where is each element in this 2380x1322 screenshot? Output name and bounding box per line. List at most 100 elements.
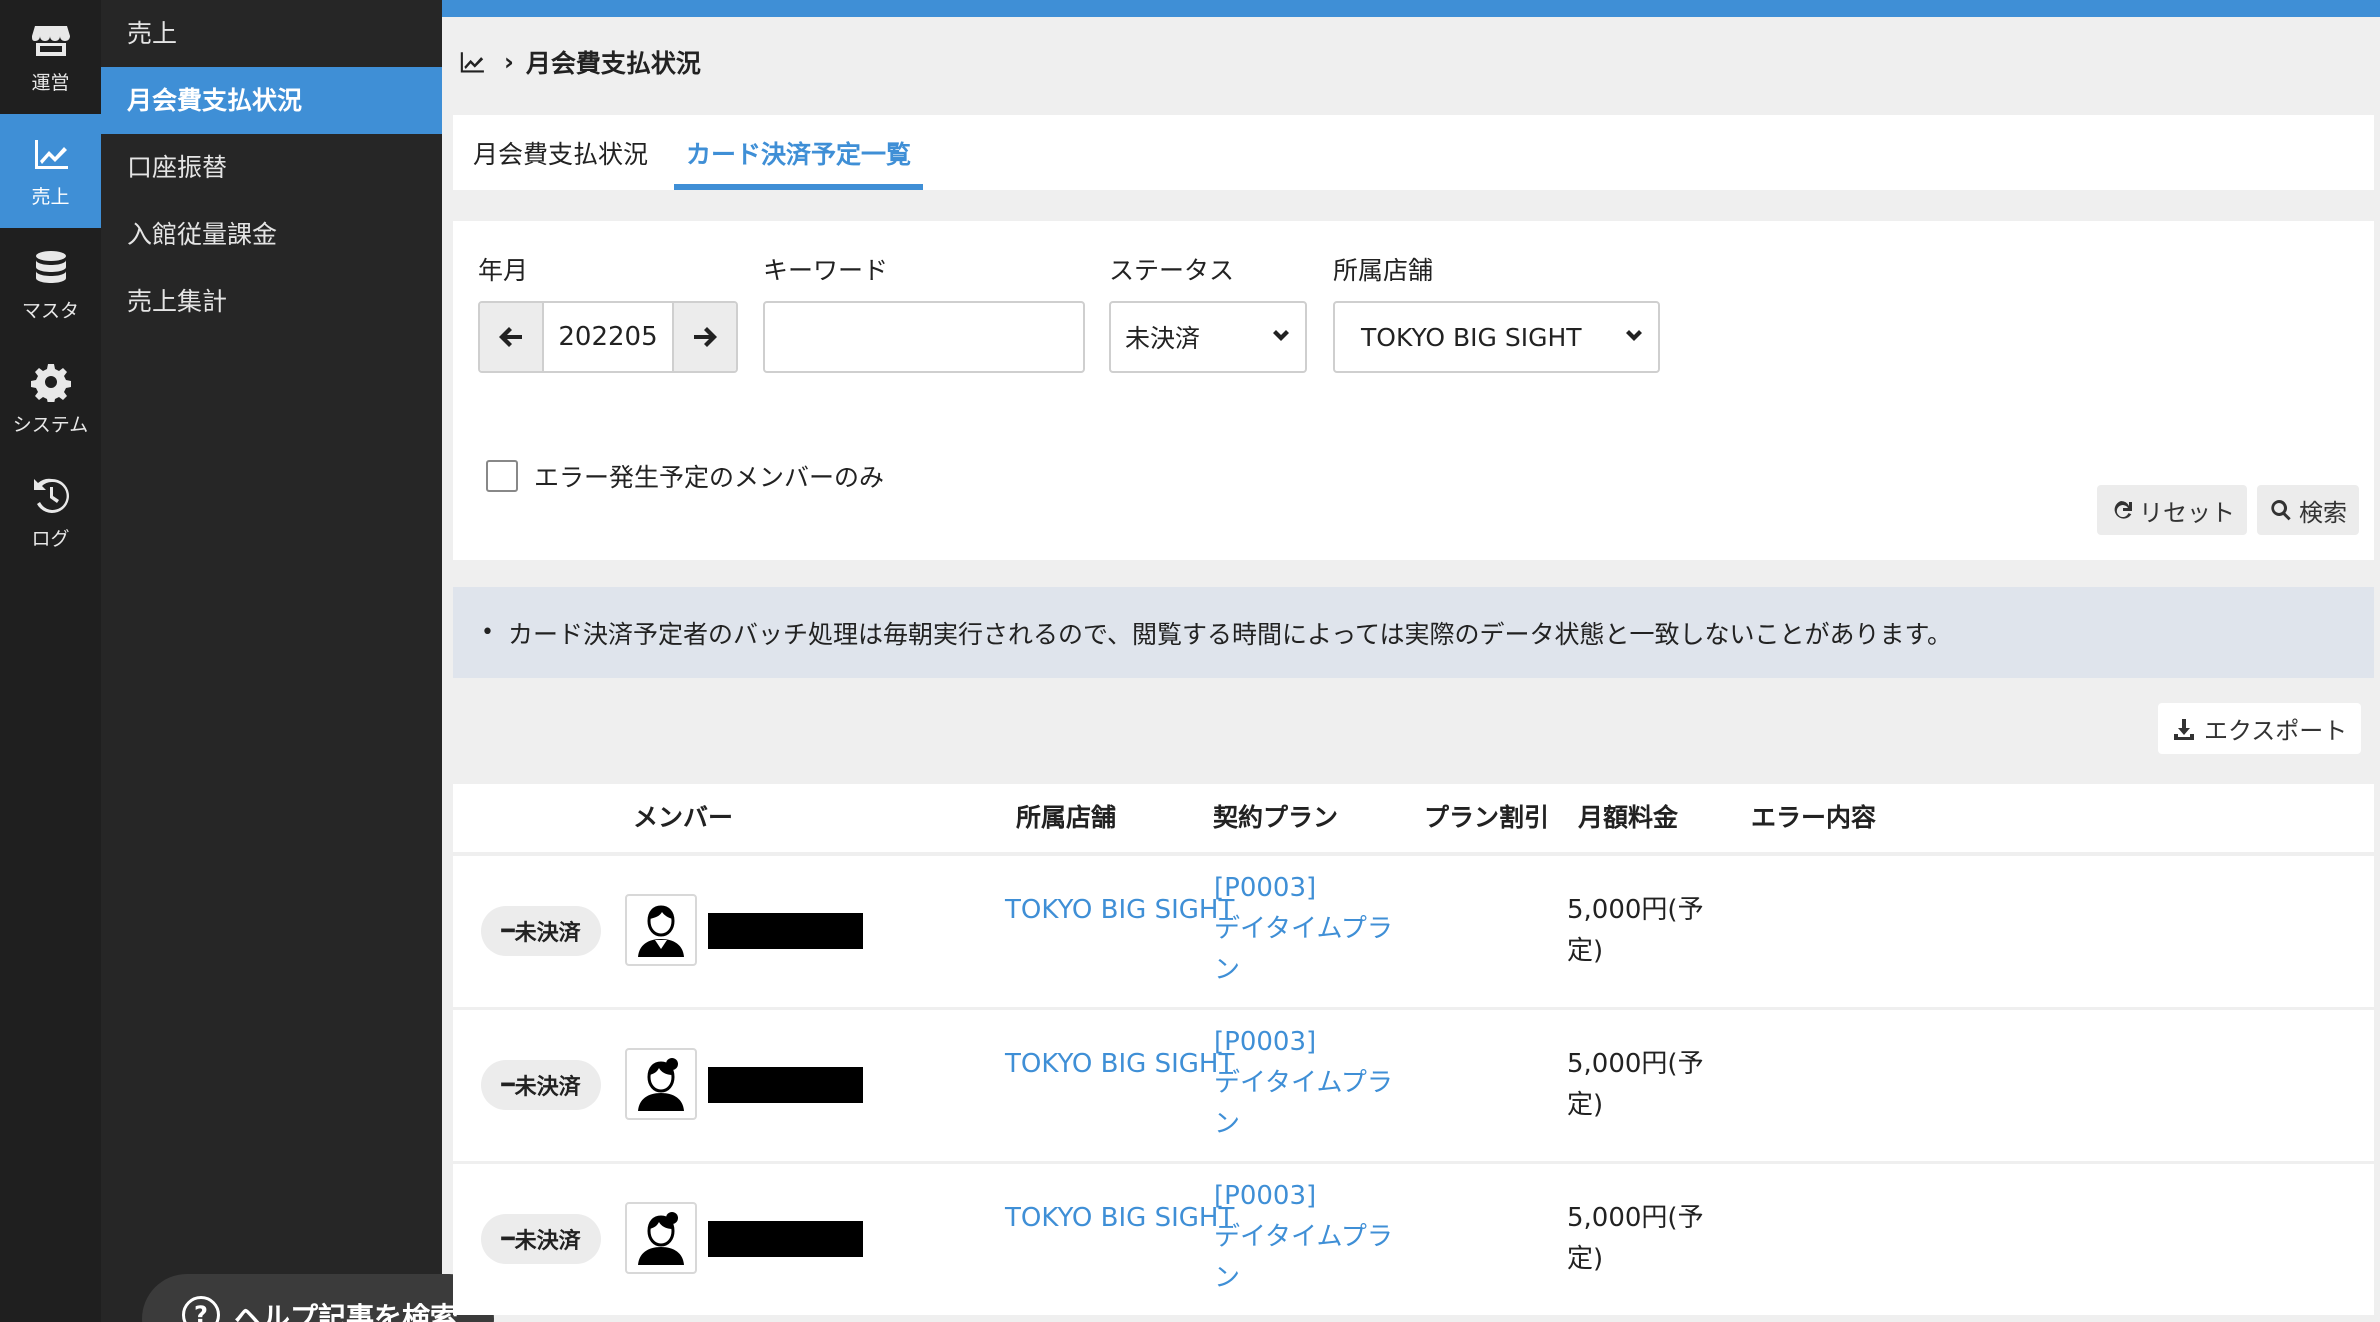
col-store: 所属店舗: [1016, 784, 1116, 852]
icon-rail: 運営 売上 マスタ システム ログ: [0, 0, 101, 1322]
submenu-item-sales-summary[interactable]: 売上集計: [101, 268, 442, 335]
member-name-redacted: [708, 1221, 863, 1257]
col-discount: プラン割引: [1424, 784, 1549, 852]
gear-icon: [31, 362, 71, 402]
search-icon: [2269, 498, 2293, 522]
status-label: ステータス: [1109, 251, 1234, 287]
submenu-item-monthly-fee-status[interactable]: 月会費支払状況: [101, 67, 442, 134]
error-only-filter: エラー発生予定のメンバーのみ: [486, 458, 884, 494]
refresh-icon: [2109, 498, 2133, 522]
rail-label: マスタ: [22, 296, 79, 323]
page-title: 月会費支払状況: [526, 44, 701, 80]
tab-card-payment-schedule[interactable]: カード決済予定一覧: [674, 115, 923, 190]
export-button[interactable]: エクスポート: [2158, 703, 2361, 754]
status-select-value: 未決済: [1125, 319, 1200, 355]
keyword-input[interactable]: [763, 301, 1085, 373]
row-monthly-fee: 5,000円(予定): [1567, 1198, 1717, 1280]
row-store-link[interactable]: TOKYO BIG SIGHT: [1005, 1198, 1234, 1239]
keyword-label: キーワード: [763, 251, 888, 287]
row-plan-code: [P0003]: [1214, 1176, 1394, 1217]
prev-month-button[interactable]: [480, 303, 542, 371]
reset-button[interactable]: リセット: [2097, 485, 2247, 535]
search-label: 検索: [2299, 493, 2347, 528]
rail-item-operations[interactable]: 運営: [0, 0, 101, 114]
row-monthly-fee: 5,000円(予定): [1567, 890, 1717, 972]
arrow-right-icon: [692, 324, 718, 350]
sales-chart-icon: [31, 134, 71, 174]
main-content: › 月会費支払状況 月会費支払状況 カード決済予定一覧 年月 202205 キー…: [442, 0, 2380, 1322]
breadcrumb: › 月会費支払状況: [458, 44, 701, 80]
sales-chart-icon: [458, 48, 486, 76]
submenu-item-entry-metered-billing[interactable]: 入館従量課金: [101, 201, 442, 268]
store-select[interactable]: TOKYO BIG SIGHT: [1333, 301, 1660, 373]
submenu-item-bank-transfer[interactable]: 口座振替: [101, 134, 442, 201]
month-value[interactable]: 202205: [542, 303, 674, 371]
col-monthly-fee: 月額料金: [1578, 784, 1678, 852]
help-search-label: ヘルプ記事を検索: [234, 1296, 458, 1322]
member-avatar[interactable]: [625, 1048, 697, 1120]
member-name-redacted: [708, 1067, 863, 1103]
row-plan-link[interactable]: [P0003]デイタイムプラン: [1214, 1022, 1394, 1145]
row-plan-code: [P0003]: [1214, 868, 1394, 909]
status-badge-text: 未決済: [515, 1223, 581, 1255]
row-store-link[interactable]: TOKYO BIG SIGHT: [1005, 1044, 1234, 1085]
rail-label: ログ: [31, 524, 69, 551]
rail-item-sales[interactable]: 売上: [0, 114, 101, 228]
database-icon: [31, 248, 71, 288]
row-plan-link[interactable]: [P0003]デイタイムプラン: [1214, 868, 1394, 991]
rail-item-system[interactable]: システム: [0, 342, 101, 456]
status-badge-text: 未決済: [515, 915, 581, 947]
minus-icon: ━: [501, 1227, 514, 1252]
row-plan-name: デイタイムプラン: [1214, 909, 1394, 991]
filter-panel: 年月 202205 キーワード ステータス 未決済 所属店舗 TOKYO BIG…: [453, 221, 2374, 560]
status-badge: ━未決済: [481, 1214, 601, 1264]
status-badge-text: 未決済: [515, 1069, 581, 1101]
download-icon: [2172, 717, 2196, 741]
batch-notice: • カード決済予定者のバッチ処理は毎朝実行されるので、閲覧する時間によっては実際…: [453, 587, 2374, 678]
member-avatar[interactable]: [625, 894, 697, 966]
export-label: エクスポート: [2204, 711, 2347, 746]
row-store-link[interactable]: TOKYO BIG SIGHT: [1005, 890, 1234, 931]
table-row[interactable]: ━未決済 TOKYO BIG SIGHT [P0003]デイタイムプラン 5,0…: [453, 1010, 2374, 1161]
store-select-value: TOKYO BIG SIGHT: [1361, 323, 1582, 352]
tab-bar: 月会費支払状況 カード決済予定一覧: [453, 115, 2374, 190]
rail-item-master[interactable]: マスタ: [0, 228, 101, 342]
history-icon: [31, 476, 71, 516]
error-only-checkbox[interactable]: [486, 460, 518, 492]
col-member: メンバー: [633, 784, 733, 852]
search-button[interactable]: 検索: [2257, 485, 2359, 535]
col-plan: 契約プラン: [1213, 784, 1338, 852]
rail-item-log[interactable]: ログ: [0, 456, 101, 570]
top-accent-bar: [442, 0, 2380, 17]
status-badge: ━未決済: [481, 906, 601, 956]
arrow-left-icon: [498, 324, 524, 350]
sales-submenu: 売上 月会費支払状況 口座振替 入館従量課金 売上集計 ? ヘルプ記事を検索: [101, 0, 442, 1322]
member-name-redacted: [708, 913, 863, 949]
error-only-label: エラー発生予定のメンバーのみ: [534, 458, 884, 494]
row-plan-link[interactable]: [P0003]デイタイムプラン: [1214, 1176, 1394, 1299]
next-month-button[interactable]: [674, 303, 736, 371]
status-select[interactable]: 未決済: [1109, 301, 1307, 373]
rail-label: 運営: [31, 68, 69, 95]
member-avatar[interactable]: [625, 1202, 697, 1274]
table-header: メンバー 所属店舗 契約プラン プラン割引 月額料金 エラー内容: [453, 784, 2374, 852]
table-row[interactable]: ━未決済 TOKYO BIG SIGHT [P0003]デイタイムプラン 5,0…: [453, 1164, 2374, 1315]
minus-icon: ━: [501, 1073, 514, 1098]
chevron-down-icon: [1271, 327, 1291, 347]
question-circle-icon: ?: [182, 1296, 220, 1322]
submenu-item-sales[interactable]: 売上: [101, 0, 442, 67]
month-picker: 202205: [478, 301, 738, 373]
table-row[interactable]: ━未決済 TOKYO BIG SIGHT [P0003]デイタイムプラン 5,0…: [453, 856, 2374, 1007]
chevron-right-icon: ›: [504, 48, 514, 76]
male-avatar-icon: [636, 903, 686, 957]
tab-monthly-fee-status[interactable]: 月会費支払状況: [461, 115, 660, 190]
row-plan-code: [P0003]: [1214, 1022, 1394, 1063]
row-plan-name: デイタイムプラン: [1214, 1063, 1394, 1145]
female-avatar-icon: [636, 1057, 686, 1111]
status-badge: ━未決済: [481, 1060, 601, 1110]
rail-label: 売上: [31, 182, 69, 209]
store-label: 所属店舗: [1333, 251, 1433, 287]
col-error: エラー内容: [1751, 784, 1876, 852]
female-avatar-icon: [636, 1211, 686, 1265]
month-label: 年月: [478, 251, 528, 287]
